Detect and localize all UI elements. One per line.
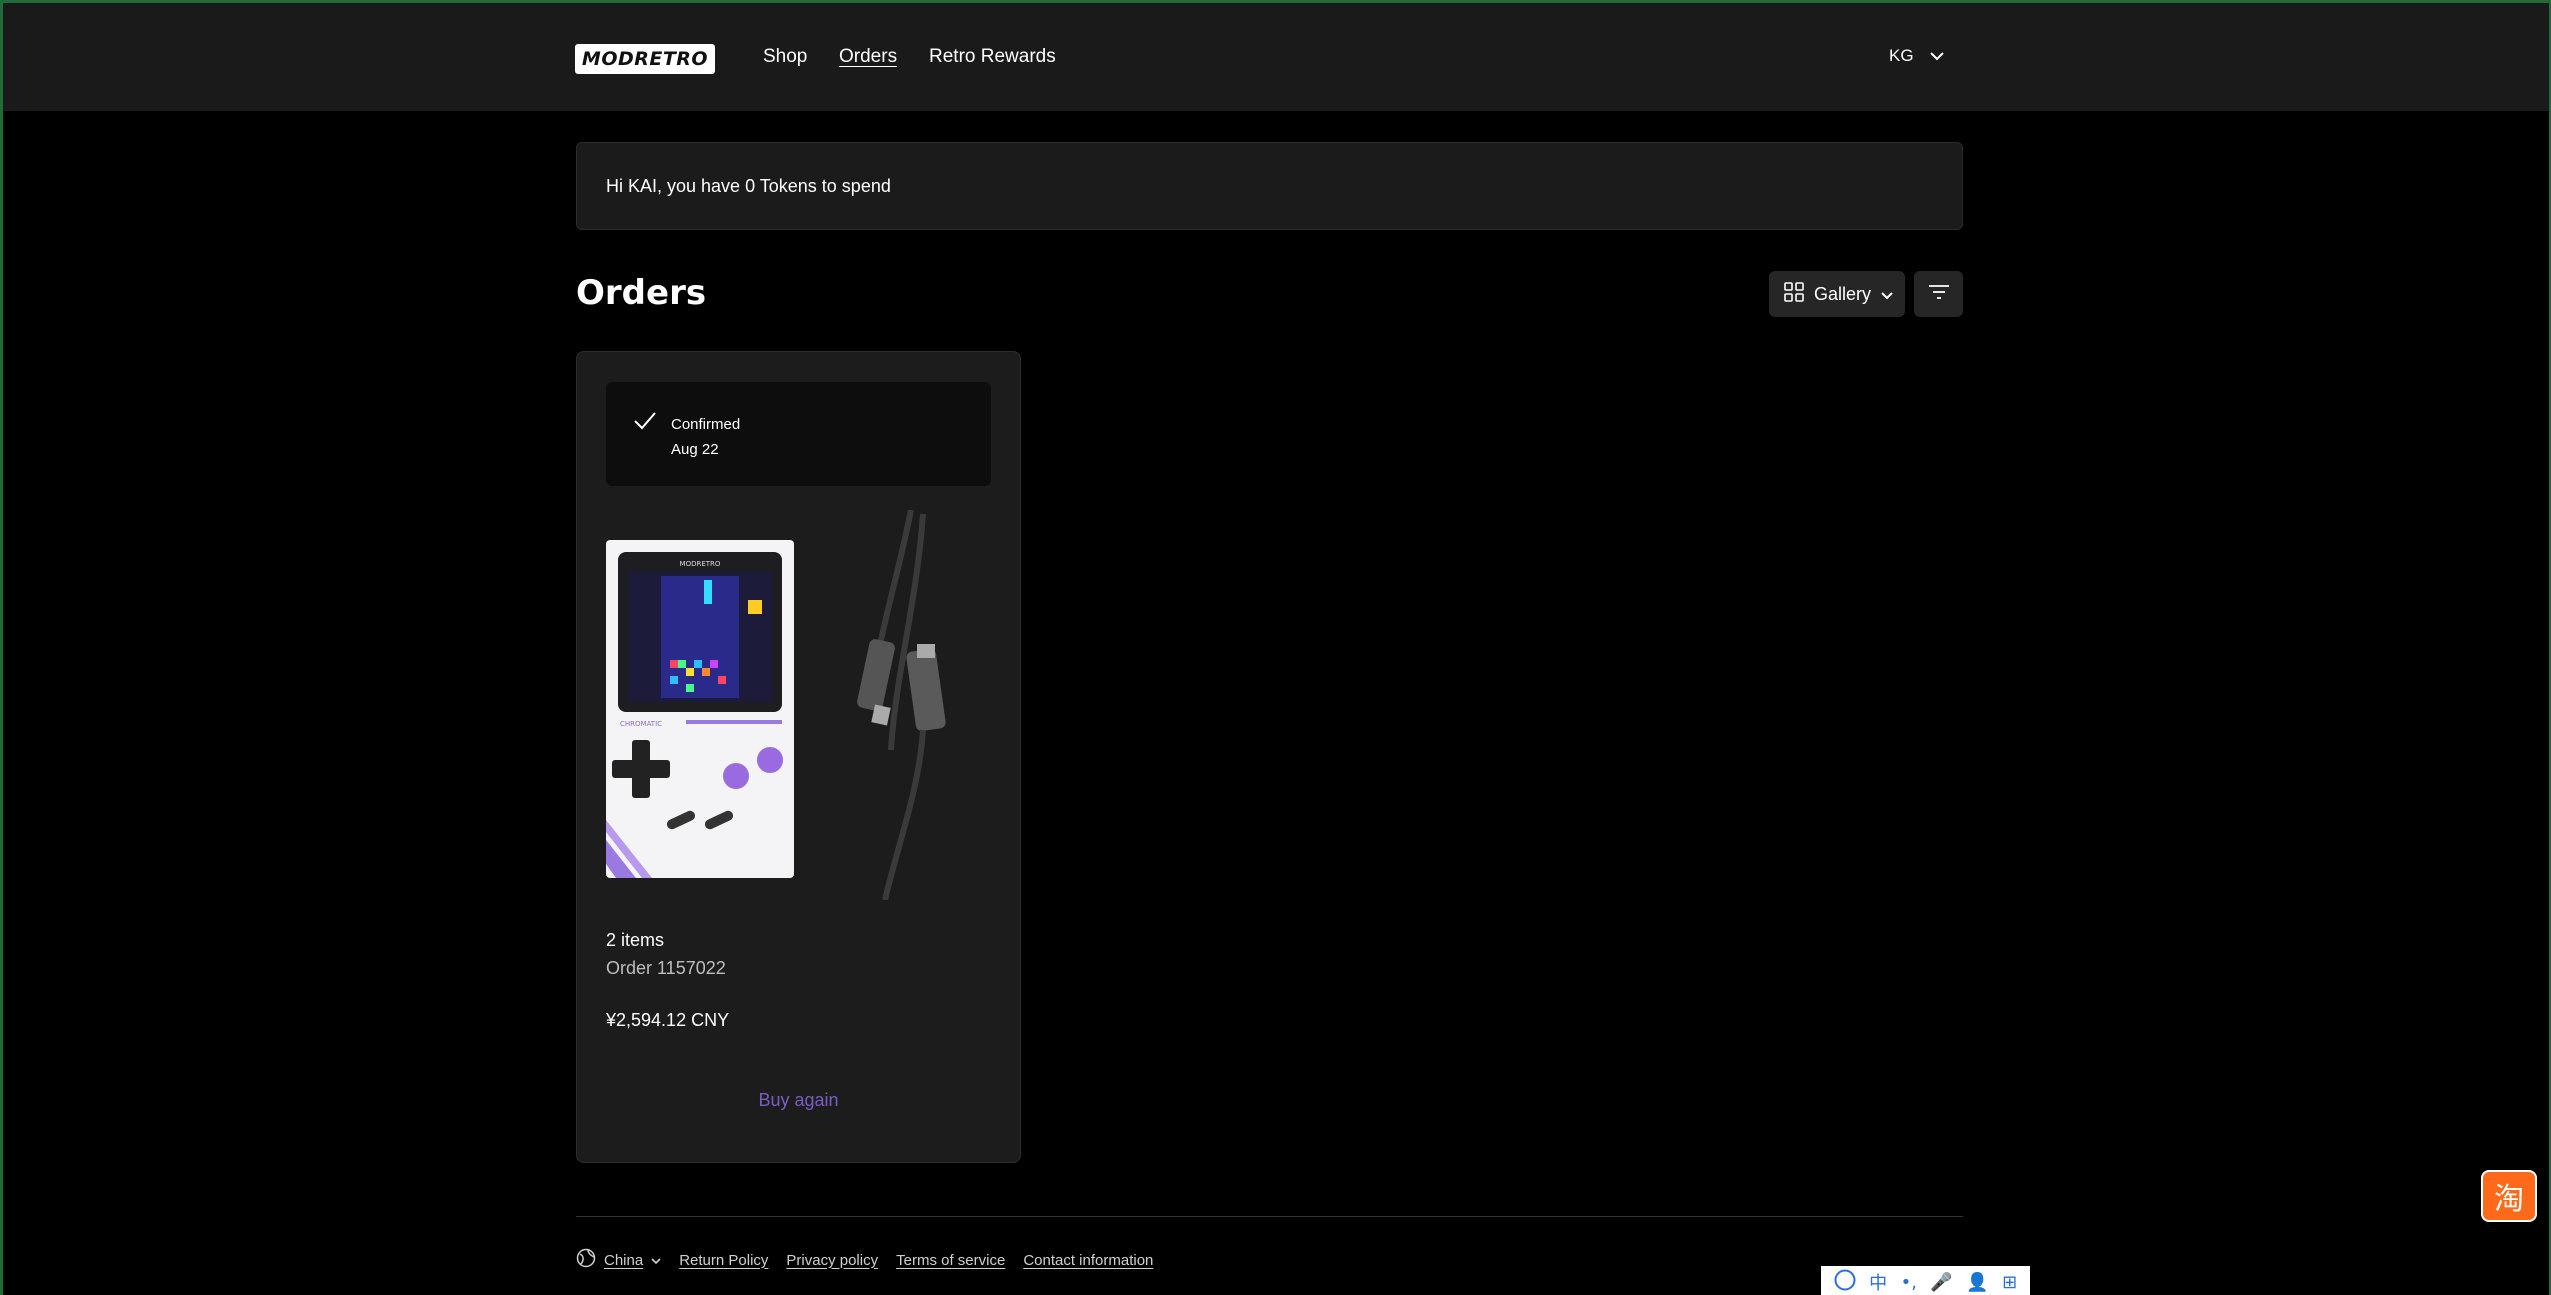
account-initials: KG xyxy=(1889,46,1914,65)
nav-retro-rewards[interactable]: Retro Rewards xyxy=(929,46,1056,68)
chevron-down-icon xyxy=(1881,284,1893,305)
items-count: 2 items xyxy=(606,930,665,950)
filter-button[interactable] xyxy=(1914,271,1963,317)
ime-punctuation-icon[interactable]: •, xyxy=(1901,1272,1917,1293)
footer-divider xyxy=(576,1216,1963,1217)
nav-shop[interactable]: Shop xyxy=(763,46,807,68)
console-logo-text: MODRETRO xyxy=(680,560,721,568)
chevron-down-icon xyxy=(651,1252,661,1269)
ime-chinese-toggle[interactable]: 中 xyxy=(1869,1269,1887,1295)
buy-again-button[interactable]: Buy again xyxy=(577,1090,1020,1111)
grid-icon xyxy=(1784,281,1804,307)
order-status: Confirmed xyxy=(671,416,741,433)
page-title: Orders xyxy=(576,273,707,313)
order-card[interactable]: Confirmed Aug 22 MODRETRO CHROMATIC 2 it… xyxy=(576,351,1021,1163)
site-footer: China Return Policy Privacy policy Terms… xyxy=(576,1248,1153,1272)
logo-text: MODRETRO xyxy=(581,48,709,70)
product-image-cable[interactable] xyxy=(799,509,985,901)
nav-orders[interactable]: Orders xyxy=(839,46,897,68)
modretro-logo[interactable]: MODRETRO xyxy=(575,44,715,74)
browser-viewport: MODRETRO Shop Orders Retro Rewards KG Hi… xyxy=(0,0,2551,1295)
footer-link-contact[interactable]: Contact information xyxy=(1023,1252,1153,1269)
order-status-box: Confirmed Aug 22 xyxy=(606,382,991,486)
ime-toolbar: 中 •, 🎤 👤 ⊞ xyxy=(1821,1266,2030,1295)
order-total: ¥2,594.12 CNY xyxy=(606,1010,730,1030)
site-header: MODRETRO Shop Orders Retro Rewards KG xyxy=(3,3,2549,111)
footer-link-privacy-policy[interactable]: Privacy policy xyxy=(786,1252,878,1269)
order-date: Aug 22 xyxy=(671,441,719,458)
filter-icon xyxy=(1928,284,1950,305)
country-selector[interactable]: China xyxy=(576,1248,661,1272)
ime-logo-icon[interactable] xyxy=(1834,1269,1856,1295)
ime-microphone-icon[interactable]: 🎤 xyxy=(1930,1272,1952,1293)
tokens-banner: Hi KAI, you have 0 Tokens to spend xyxy=(576,142,1963,230)
taobao-extension-icon[interactable]: 淘 xyxy=(2481,1170,2537,1222)
country-label: China xyxy=(604,1251,644,1269)
view-toggle-button[interactable]: Gallery xyxy=(1769,271,1905,317)
chevron-down-icon xyxy=(1929,51,1944,61)
view-toggle-label: Gallery xyxy=(1814,283,1872,304)
account-menu[interactable]: KG xyxy=(1889,46,1944,66)
ime-user-icon[interactable]: 👤 xyxy=(1966,1272,1988,1293)
globe-icon xyxy=(576,1248,596,1272)
check-icon xyxy=(634,412,656,435)
console-label-text: CHROMATIC xyxy=(620,720,662,728)
footer-link-return-policy[interactable]: Return Policy xyxy=(679,1252,768,1269)
order-number: Order 1157022 xyxy=(606,958,726,978)
footer-link-terms[interactable]: Terms of service xyxy=(896,1252,1005,1269)
tokens-text: Hi KAI, you have 0 Tokens to spend xyxy=(606,175,891,196)
ime-apps-icon[interactable]: ⊞ xyxy=(2002,1272,2017,1293)
product-image-handheld[interactable]: MODRETRO CHROMATIC xyxy=(606,540,794,878)
